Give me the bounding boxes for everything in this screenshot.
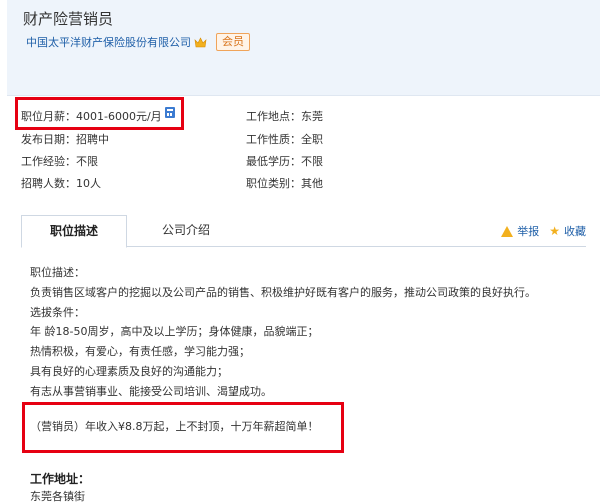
company-link[interactable]: 中国太平洋财产保险股份有限公司 [26, 34, 191, 50]
category-text: 职位类别：其他 [246, 177, 323, 190]
experience-text: 工作经验：不限 [21, 155, 98, 168]
job-header: 财产险营销员 中国太平洋财产保险股份有限公司 会员 [7, 0, 600, 96]
salary-text: 职位月薪：4001-6000元/月 [21, 110, 162, 123]
calculator-icon[interactable] [165, 107, 175, 118]
warning-icon [501, 225, 514, 237]
job-title: 财产险营销员 [23, 10, 114, 28]
description-line: 有志从事营销事业、能接受公司培训、渴望成功。 [30, 384, 272, 398]
star-icon: ★ [549, 224, 560, 238]
favorite-link[interactable]: 收藏 [564, 223, 586, 239]
work-address-value: 东莞各镇街 [30, 490, 85, 503]
crown-icon [194, 36, 207, 47]
tab-job-description[interactable]: 职位描述 [21, 215, 127, 248]
income-text: （营销员）年收入¥8.8万起，上不封顶，十万年薪超简单！ [30, 420, 319, 433]
tab-company-intro[interactable]: 公司介绍 [146, 215, 226, 246]
job-nature-text: 工作性质：全职 [246, 133, 323, 146]
description-line: 热情积极，有爱心，有责任感，学习能力强； [30, 345, 250, 359]
job-actions: 举报 ★ 收藏 [501, 223, 586, 239]
description-line: 负责销售区域客户的挖掘以及公司产品的销售、积极维护好既有客户的服务，推动公司政策… [30, 285, 536, 299]
job-description: 职位描述： 负责销售区域客户的挖掘以及公司产品的销售、积极维护好既有客户的服务，… [30, 263, 536, 402]
location-text: 工作地点：东莞 [246, 110, 323, 123]
headcount-text: 招聘人数：10人 [21, 177, 101, 190]
description-line: 年 龄18-50周岁，高中及以上学历；身体健康，品貌端正； [30, 325, 319, 339]
education-text: 最低学历：不限 [246, 155, 323, 168]
company-row: 中国太平洋财产保险股份有限公司 会员 [26, 33, 250, 51]
publish-date-text: 发布日期：招聘中 [21, 133, 109, 146]
description-line: 职位描述： [30, 266, 85, 279]
member-badge: 会员 [216, 33, 250, 51]
work-address-label: 工作地址： [30, 472, 91, 486]
description-line: 具有良好的心理素质及良好的沟通能力； [30, 364, 228, 378]
description-line: 选拔条件： [30, 305, 85, 319]
report-link[interactable]: 举报 [517, 223, 539, 239]
